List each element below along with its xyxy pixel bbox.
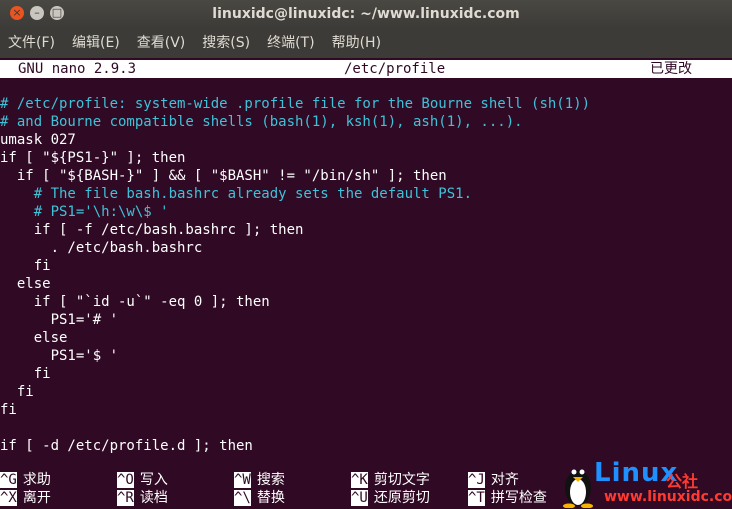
- shortcut-label: 读档: [139, 490, 168, 506]
- code-line: else: [0, 276, 51, 292]
- shortcut-item[interactable]: ^W 搜索: [234, 471, 285, 489]
- nano-version: GNU nano 2.9.3: [18, 61, 137, 77]
- shortcut-item[interactable]: ^G 求助: [0, 471, 51, 489]
- menu-view[interactable]: 查看(V): [137, 28, 194, 58]
- title-bar: × – □ linuxidc@linuxidc: ~/www.linuxidc.…: [0, 0, 732, 28]
- menu-edit[interactable]: 编辑(E): [72, 28, 128, 58]
- shortcut-key: ^U: [351, 490, 368, 506]
- shortcut-item[interactable]: ^J 对齐: [468, 471, 519, 489]
- nano-filename: /etc/profile: [344, 61, 446, 77]
- code-line: fi: [0, 258, 51, 274]
- code-line: if [ "`id -u`" -eq 0 ]; then: [0, 294, 270, 310]
- menu-terminal[interactable]: 终端(T): [267, 28, 322, 58]
- shortcut-label: 对齐: [490, 472, 519, 488]
- shortcut-label: 剪切文字: [373, 472, 430, 488]
- code-line: PS1='# ': [0, 312, 119, 328]
- code-line: umask 027: [0, 132, 76, 148]
- menu-help[interactable]: 帮助(H): [332, 28, 389, 58]
- code-line: if [ "${BASH-}" ] && [ "$BASH" != "/bin/…: [0, 168, 447, 184]
- shortcut-item[interactable]: ^X 离开: [0, 489, 51, 507]
- code-line: if [ "${PS1-}" ]; then: [0, 150, 186, 166]
- code-line: fi: [0, 384, 34, 400]
- shortcut-label: 还原剪切: [373, 490, 430, 506]
- code-line: # PS1='\h:\w\$ ': [0, 204, 169, 220]
- code-line: . /etc/bash.bashrc: [0, 240, 203, 256]
- code-line: fi: [0, 366, 51, 382]
- shortcut-label: 拼写检查: [490, 490, 547, 506]
- code-line: else: [0, 330, 68, 346]
- shortcut-key: ^W: [234, 472, 251, 488]
- code-line: fi: [0, 402, 17, 418]
- code-line: # and Bourne compatible shells (bash(1),…: [0, 114, 523, 130]
- menu-file[interactable]: 文件(F): [8, 28, 63, 58]
- window-title: linuxidc@linuxidc: ~/www.linuxidc.com: [212, 6, 520, 22]
- shortcut-label: 求助: [22, 472, 51, 488]
- shortcut-item[interactable]: ^U 还原剪切: [351, 489, 430, 507]
- shortcut-label: 离开: [22, 490, 51, 506]
- shortcut-item[interactable]: ^K 剪切文字: [351, 471, 430, 489]
- shortcut-key: ^J: [468, 472, 485, 488]
- watermark-url: www.linuxidc.com: [604, 489, 732, 505]
- shortcut-key: ^\: [234, 490, 251, 506]
- shortcut-label: 替换: [256, 490, 285, 506]
- shortcut-key: ^R: [117, 490, 134, 506]
- shortcut-key: ^T: [468, 490, 485, 506]
- penguin-icon: [563, 469, 593, 508]
- shortcut-key: ^O: [117, 472, 134, 488]
- shortcut-key: ^X: [0, 490, 17, 506]
- watermark-logo: Linux 公社 www.linuxidc.com: [558, 456, 732, 509]
- nano-status-bar: GNU nano 2.9.3 /etc/profile 已更改: [0, 60, 732, 78]
- code-line: # The file bash.bashrc already sets the …: [0, 186, 473, 202]
- code-line: if [ -f /etc/bash.bashrc ]; then: [0, 222, 304, 238]
- editor-buffer[interactable]: # /etc/profile: system-wide .profile fil…: [0, 95, 590, 455]
- menu-search[interactable]: 搜索(S): [202, 28, 258, 58]
- shortcut-item[interactable]: ^T 拼写检查: [468, 489, 547, 507]
- shortcut-key: ^K: [351, 472, 368, 488]
- terminal-area[interactable]: GNU nano 2.9.3 /etc/profile 已更改 # /etc/p…: [0, 58, 732, 509]
- shortcut-key: ^G: [0, 472, 17, 488]
- code-line: # /etc/profile: system-wide .profile fil…: [0, 96, 591, 112]
- code-line: if [ -d /etc/profile.d ]; then: [0, 438, 253, 454]
- shortcut-item[interactable]: ^O 写入: [117, 471, 168, 489]
- code-line: PS1='$ ': [0, 348, 119, 364]
- shortcut-label: 写入: [139, 472, 168, 488]
- shortcut-label: 搜索: [256, 472, 285, 488]
- shortcut-item[interactable]: ^R 读档: [117, 489, 168, 507]
- menu-bar: 文件(F) 编辑(E) 查看(V) 搜索(S) 终端(T) 帮助(H): [0, 28, 732, 58]
- nano-modified-state: 已更改: [650, 61, 692, 77]
- shortcut-item[interactable]: ^\ 替换: [234, 489, 285, 507]
- terminal-window: × – □ linuxidc@linuxidc: ~/www.linuxidc.…: [0, 0, 732, 509]
